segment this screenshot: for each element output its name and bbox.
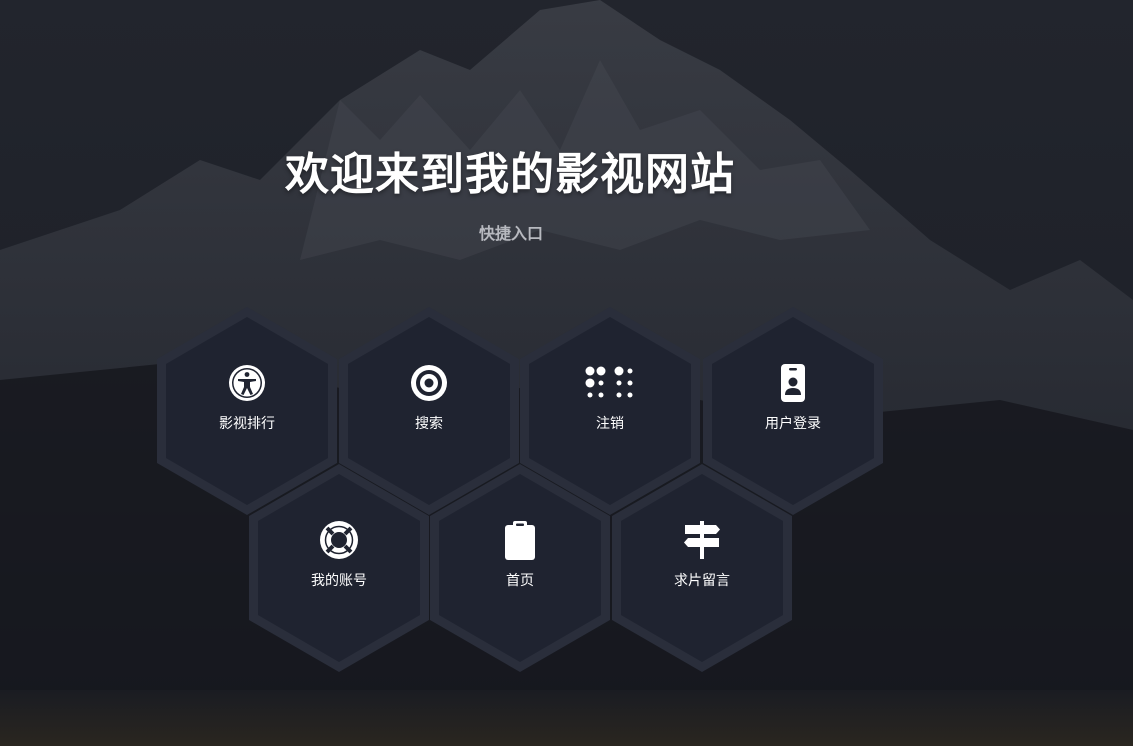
tile-label: 首页: [506, 573, 534, 589]
tile-content: 我的账号: [249, 520, 429, 590]
target-icon: [411, 365, 447, 401]
id-badge-icon: [781, 364, 805, 402]
accessibility-icon: [229, 365, 265, 401]
tile-content: 搜索: [339, 363, 519, 433]
tile-label: 影视排行: [219, 416, 275, 432]
page-title: 欢迎来到我的影视网站: [285, 149, 735, 200]
tile-content: 首页: [430, 520, 610, 590]
tile-label: 注销: [596, 416, 624, 432]
braille-dots-icon: [585, 366, 633, 398]
lifebuoy-icon: [320, 521, 358, 559]
tile-label: 我的账号: [311, 573, 367, 589]
tile-content: 注销: [520, 363, 700, 433]
tile-content: 求片留言: [612, 520, 792, 590]
tile-content: 用户登录: [703, 363, 883, 433]
tile-label: 用户登录: [765, 416, 821, 432]
clipboard-icon: [505, 521, 535, 560]
quick-entry-subtitle: 快捷入口: [478, 224, 543, 243]
tile-label: 搜索: [415, 416, 443, 432]
tile-label: 求片留言: [674, 573, 730, 589]
signpost-icon: [684, 521, 720, 559]
tile-content: 影视排行: [157, 363, 337, 433]
